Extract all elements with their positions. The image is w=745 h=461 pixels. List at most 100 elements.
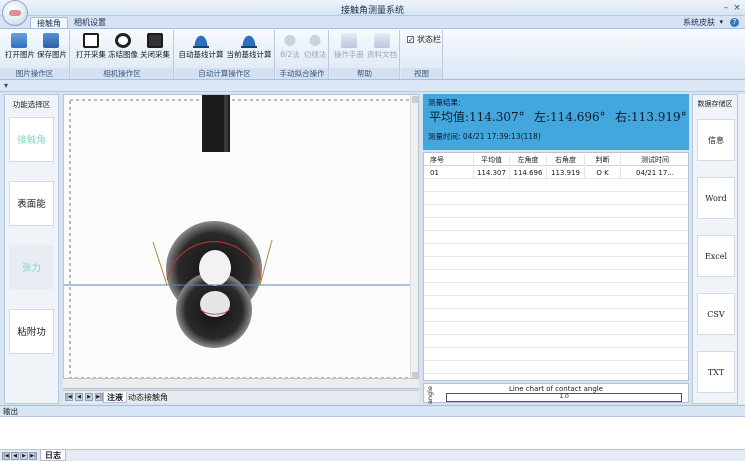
tangent-button[interactable]: 切线法 bbox=[303, 33, 327, 59]
table-row bbox=[424, 362, 688, 374]
tab-contact-angle[interactable]: 接触角 bbox=[30, 17, 68, 28]
column-header[interactable]: 平均值 bbox=[474, 154, 510, 166]
measurement-result-panel: 测量结果: 平均值:114.307° 左:114.696° 右:113.919°… bbox=[423, 94, 689, 150]
save-image-button[interactable]: 保存图片 bbox=[37, 33, 67, 59]
adhesion-work-button[interactable]: 粘附功 bbox=[9, 309, 54, 354]
average-value: 平均值:114.307° bbox=[429, 110, 525, 124]
table-row bbox=[424, 180, 688, 192]
export-txt-button[interactable]: TXT bbox=[697, 351, 735, 393]
group-label: 图片操作区 bbox=[0, 68, 69, 79]
app-logo-icon[interactable] bbox=[2, 0, 28, 26]
tab-camera-settings[interactable]: 相机设置 bbox=[68, 17, 112, 28]
output-title: 输出 bbox=[0, 406, 745, 417]
minimize-button[interactable]: – bbox=[721, 3, 731, 13]
prev-tab-icon[interactable]: ◀ bbox=[75, 393, 83, 401]
skin-menu[interactable]: 系统皮肤 bbox=[683, 17, 715, 28]
table-row bbox=[424, 232, 688, 244]
export-excel-button[interactable]: Excel bbox=[697, 235, 735, 277]
folder-open-icon bbox=[11, 33, 27, 48]
table-row bbox=[424, 258, 688, 270]
export-word-button[interactable]: Word bbox=[697, 177, 735, 219]
table-row bbox=[424, 297, 688, 309]
panel-title: 功能选择区 bbox=[12, 100, 51, 109]
column-header[interactable]: 右角度 bbox=[547, 154, 585, 166]
lens-icon bbox=[115, 33, 131, 48]
column-header[interactable]: 测试时间 bbox=[621, 154, 688, 166]
auto-baseline-button[interactable]: 自动基线计算 bbox=[178, 33, 224, 59]
open-image-button[interactable]: 打开图片 bbox=[5, 33, 35, 59]
first-tab-icon[interactable]: |◀ bbox=[65, 393, 73, 401]
droplet-stage-icon bbox=[282, 33, 298, 48]
freeze-image-button[interactable]: 冻结图像 bbox=[108, 33, 138, 59]
column-header[interactable]: 判断 bbox=[585, 154, 621, 166]
first-tab-icon[interactable]: |◀ bbox=[2, 452, 10, 460]
next-tab-icon[interactable]: ▶ bbox=[20, 452, 28, 460]
chevron-down-icon[interactable]: ▾ bbox=[719, 17, 723, 28]
info-button[interactable]: 信息 bbox=[697, 119, 735, 161]
prev-tab-icon[interactable]: ◀ bbox=[11, 452, 19, 460]
table-cell: 114.696 bbox=[510, 167, 547, 179]
table-row bbox=[424, 336, 688, 348]
surface-energy-button[interactable]: 表面能 bbox=[9, 181, 54, 226]
group-label: 帮助 bbox=[330, 68, 399, 79]
next-tab-icon[interactable]: ▶ bbox=[85, 393, 93, 401]
group-label: 自动计算操作区 bbox=[175, 68, 274, 79]
close-button[interactable]: × bbox=[732, 3, 742, 13]
last-tab-icon[interactable]: ▶| bbox=[95, 393, 103, 401]
camera-icon bbox=[83, 33, 99, 48]
docs-button[interactable]: 资料文档 bbox=[366, 33, 398, 59]
last-tab-icon[interactable]: ▶| bbox=[29, 452, 37, 460]
start-capture-button[interactable]: 打开采集 bbox=[76, 33, 106, 59]
quick-access-bar: ▾ bbox=[0, 80, 745, 92]
export-csv-button[interactable]: CSV bbox=[697, 293, 735, 335]
group-help: 操作手册 资料文档 帮助 bbox=[330, 30, 400, 79]
half-angle-button[interactable]: θ/2法 bbox=[279, 33, 301, 59]
right-panel-scrollbar[interactable] bbox=[738, 94, 745, 404]
table-row bbox=[424, 245, 688, 257]
group-auto-calc: 自动基线计算 当前基线计算 自动计算操作区 bbox=[175, 30, 275, 79]
window-title: 接触角测量系统 bbox=[340, 6, 404, 16]
chart-plot-area: 1.0 bbox=[446, 393, 682, 402]
camera-view[interactable] bbox=[63, 94, 419, 379]
help-icon[interactable]: ? bbox=[730, 18, 739, 27]
data-storage-panel: 数据存储区 信息 Word Excel CSV TXT bbox=[692, 94, 738, 404]
camera-horizontal-scrollbar[interactable] bbox=[63, 379, 419, 389]
chevron-down-icon[interactable]: ▾ bbox=[4, 81, 8, 90]
column-header[interactable]: 左角度 bbox=[510, 154, 547, 166]
result-title: 测量结果: bbox=[428, 98, 461, 107]
table-row bbox=[424, 310, 688, 322]
table-row[interactable]: 01 114.307 114.696 113.919 O K 04/21 17.… bbox=[424, 167, 688, 179]
group-image-ops: 打开图片 保存图片 图片操作区 bbox=[0, 30, 70, 79]
tab-dynamic-contact-angle[interactable]: 动态接触角 bbox=[125, 392, 171, 403]
droplet-image bbox=[64, 95, 413, 378]
document-icon bbox=[374, 33, 390, 48]
tab-injection[interactable]: 注液 bbox=[103, 392, 127, 403]
measurement-time: 测量时间: 04/21 17:39:13(118) bbox=[428, 132, 541, 141]
tension-button[interactable]: 张力 bbox=[9, 245, 54, 290]
column-header[interactable]: 序号 bbox=[424, 154, 474, 166]
stop-capture-button[interactable]: 关闭采集 bbox=[140, 33, 170, 59]
droplet-stage-icon bbox=[307, 33, 323, 48]
function-panel: 功能选择区 接触角 表面能 张力 粘附功 bbox=[4, 94, 59, 404]
table-row bbox=[424, 349, 688, 361]
group-label: 相机操作区 bbox=[71, 68, 173, 79]
ribbon: 打开图片 保存图片 图片操作区 打开采集 冻结图像 关闭采集 相机操作区 自动基… bbox=[0, 28, 745, 89]
table-cell: 01 bbox=[424, 167, 474, 179]
status-bar-checkbox[interactable]: ✓ 状态栏 bbox=[407, 34, 441, 45]
camera-vertical-scrollbar[interactable] bbox=[410, 95, 418, 378]
chart-title: Line chart of contact angle bbox=[508, 385, 604, 393]
group-label: 手动拟合操作区 bbox=[276, 68, 328, 89]
camera-off-icon bbox=[147, 33, 163, 48]
current-baseline-button[interactable]: 当前基线计算 bbox=[226, 33, 272, 59]
contact-angle-button[interactable]: 接触角 bbox=[9, 117, 54, 162]
bottom-tab-strip: |◀ ◀ ▶ ▶| 日志 bbox=[0, 449, 745, 461]
results-table[interactable]: 序号 平均值 左角度 右角度 判断 测试时间 01 114.307 114.69… bbox=[423, 152, 689, 381]
table-row bbox=[424, 271, 688, 283]
manual-button[interactable]: 操作手册 bbox=[333, 33, 365, 59]
left-angle-value: 左:114.696° bbox=[534, 110, 606, 124]
tab-log[interactable]: 日志 bbox=[40, 450, 66, 461]
droplet-stage-icon bbox=[193, 33, 209, 48]
table-cell: 114.307 bbox=[474, 167, 510, 179]
right-angle-value: 右:113.919° bbox=[615, 110, 687, 124]
table-row bbox=[424, 284, 688, 296]
